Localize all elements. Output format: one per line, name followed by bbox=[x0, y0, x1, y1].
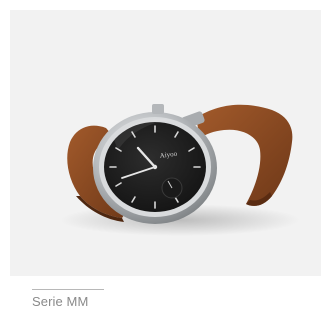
product-caption[interactable]: Serie MM bbox=[32, 294, 88, 309]
product-image[interactable]: Aiyoo bbox=[10, 10, 321, 276]
caption-divider bbox=[32, 289, 104, 290]
wristwatch-icon: Aiyoo bbox=[60, 104, 300, 236]
hands-pin bbox=[152, 164, 158, 170]
crown-icon bbox=[152, 104, 164, 114]
product-card[interactable]: Aiyoo Serie MM bbox=[0, 0, 331, 314]
